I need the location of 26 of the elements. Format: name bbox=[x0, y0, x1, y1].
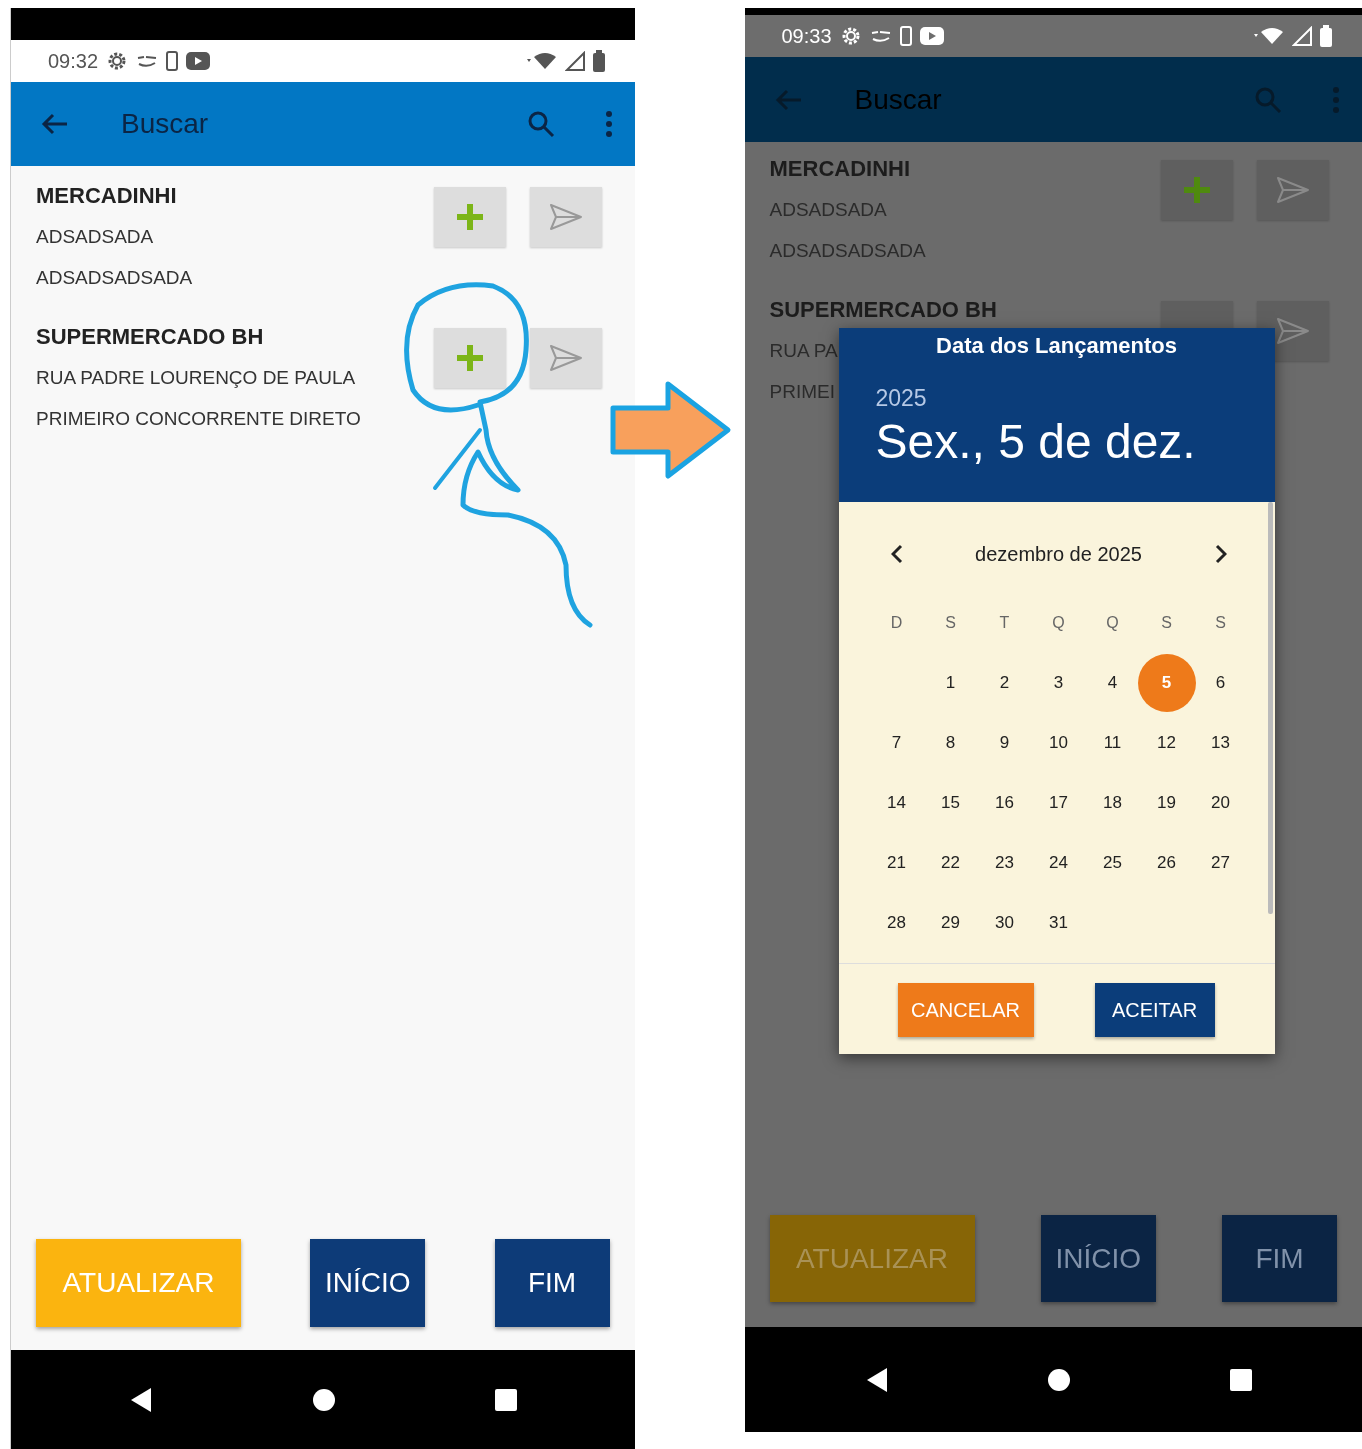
store-detail: PRIMEIRO CONCORRENTE DIRETO bbox=[36, 408, 361, 429]
store-name: SUPERMERCADO BH bbox=[769, 296, 998, 324]
store-detail: RUA PADRE LOURENÇO DE PAULA bbox=[36, 367, 356, 388]
app-bar-title: Buscar bbox=[121, 108, 210, 140]
dialog-title: Data dos Lançamentos bbox=[936, 332, 1177, 359]
month-label: dezembro de 2025 bbox=[975, 542, 1142, 566]
store-detail: ADSADSADA bbox=[769, 199, 887, 220]
store-detail: ADSADSADSADA bbox=[36, 267, 193, 288]
status-time: 09:32 bbox=[48, 49, 99, 73]
weekday-label: Q bbox=[1052, 614, 1065, 632]
store-detail: RUA PA bbox=[769, 340, 838, 361]
store-name: MERCADINHI bbox=[36, 182, 178, 210]
store-detail: ADSADSADSADA bbox=[769, 240, 926, 261]
weekday-label: S bbox=[1215, 614, 1226, 632]
weekday-label: Q bbox=[1106, 614, 1119, 632]
weekday-label: S bbox=[1161, 614, 1172, 632]
store-name: MERCADINHI bbox=[769, 155, 912, 183]
selected-date: Sex., 5 de dez. bbox=[875, 414, 1197, 469]
store-detail: PRIMEI bbox=[769, 381, 835, 402]
weekday-label: T bbox=[999, 614, 1010, 632]
app-bar-title: Buscar bbox=[854, 83, 943, 116]
store-name: SUPERMERCADO BH bbox=[36, 323, 265, 351]
store-detail: ADSADSADA bbox=[36, 226, 154, 247]
weekday-label: S bbox=[945, 614, 956, 632]
status-time: 09:33 bbox=[781, 24, 832, 48]
weekday-label: D bbox=[890, 614, 903, 632]
